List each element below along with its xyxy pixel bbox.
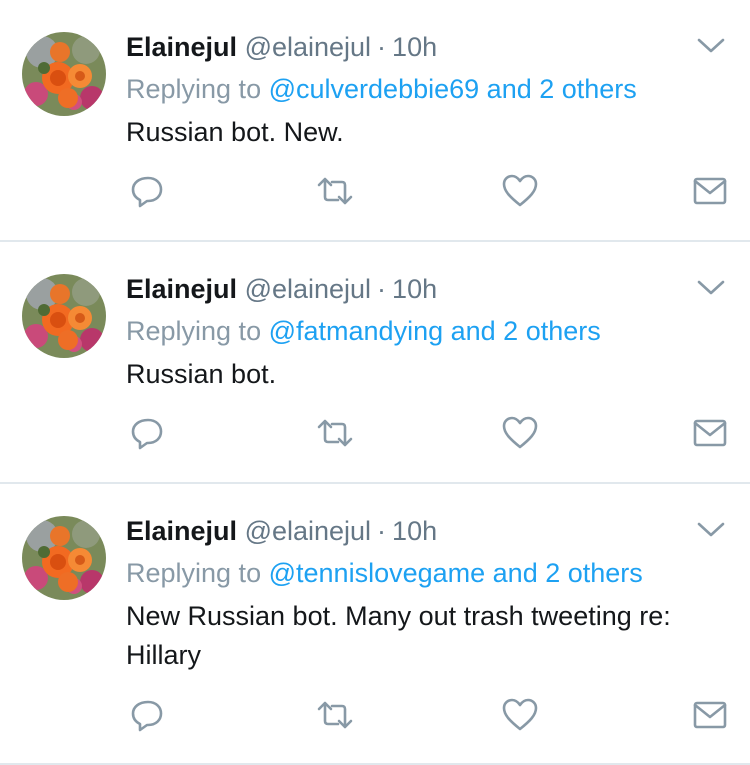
- retweet-arrows-icon: [317, 419, 353, 447]
- heart-icon: [502, 174, 538, 207]
- avatar[interactable]: [22, 516, 106, 600]
- tweet-header: Elainejul @elainejul · 10h: [126, 28, 720, 66]
- tweet-text: Russian bot. New.: [126, 117, 344, 147]
- user-handle[interactable]: @elainejul: [245, 32, 371, 62]
- tweet-header: Elainejul @elainejul · 10h: [126, 512, 720, 550]
- reply-prefix: Replying to: [126, 316, 262, 346]
- timestamp[interactable]: 10h: [392, 32, 437, 62]
- replying-to: Replying to @culverdebbie69 and 2 others: [126, 70, 720, 108]
- reply-others-link[interactable]: and 2 others: [493, 558, 643, 588]
- reply-button[interactable]: [128, 695, 168, 735]
- tweet-card[interactable]: Elainejul @elainejul · 10h Replying to @fa…: [0, 242, 750, 484]
- tweet-card[interactable]: Elainejul @elainejul · 10h Replying to @te…: [0, 484, 750, 765]
- display-name[interactable]: Elainejul: [126, 516, 237, 546]
- envelope-icon: [693, 701, 727, 729]
- tweet-card[interactable]: Elainejul @elainejul · 10h Replying to @cu…: [0, 0, 750, 242]
- speech-bubble-icon: [131, 176, 163, 208]
- reply-prefix: Replying to: [126, 558, 262, 588]
- reply-others-link[interactable]: and 2 others: [487, 74, 637, 104]
- user-handle[interactable]: @elainejul: [245, 516, 371, 546]
- retweet-button[interactable]: [315, 171, 355, 211]
- envelope-icon: [693, 177, 727, 205]
- avatar[interactable]: [22, 32, 106, 116]
- retweet-arrows-icon: [317, 701, 353, 729]
- timestamp[interactable]: 10h: [392, 274, 437, 304]
- tweet-text: New Russian bot. Many out trash tweeting…: [126, 601, 671, 670]
- reply-mention-link[interactable]: @culverdebbie69: [269, 74, 480, 104]
- speech-bubble-icon: [131, 700, 163, 732]
- display-name[interactable]: Elainejul: [126, 274, 237, 304]
- separator-dot: ·: [377, 274, 387, 304]
- reply-mention-link[interactable]: @tennislovegame: [269, 558, 486, 588]
- retweet-button[interactable]: [315, 695, 355, 735]
- chevron-down-icon[interactable]: [696, 278, 726, 298]
- retweet-arrows-icon: [317, 177, 353, 205]
- chevron-down-icon[interactable]: [696, 36, 726, 56]
- reply-mention-link[interactable]: @fatmandying: [269, 316, 444, 346]
- like-button[interactable]: [500, 413, 540, 453]
- timestamp[interactable]: 10h: [392, 516, 437, 546]
- direct-message-button[interactable]: [690, 171, 730, 211]
- direct-message-button[interactable]: [690, 695, 730, 735]
- tweet-actions: [0, 413, 750, 453]
- reply-button[interactable]: [128, 171, 168, 211]
- heart-icon: [502, 698, 538, 731]
- tweet-feed: Elainejul @elainejul · 10h Replying to @cu…: [0, 0, 750, 765]
- tweet-actions: [0, 171, 750, 211]
- tweet-actions: [0, 695, 750, 735]
- separator-dot: ·: [377, 516, 387, 546]
- heart-icon: [502, 416, 538, 449]
- avatar[interactable]: [22, 274, 106, 358]
- reply-others-link[interactable]: and 2 others: [451, 316, 601, 346]
- like-button[interactable]: [500, 695, 540, 735]
- replying-to: Replying to @fatmandying and 2 others: [126, 312, 720, 350]
- reply-prefix: Replying to: [126, 74, 262, 104]
- direct-message-button[interactable]: [690, 413, 730, 453]
- tweet-header: Elainejul @elainejul · 10h: [126, 270, 720, 308]
- separator-dot: ·: [377, 32, 387, 62]
- user-handle[interactable]: @elainejul: [245, 274, 371, 304]
- reply-button[interactable]: [128, 413, 168, 453]
- retweet-button[interactable]: [315, 413, 355, 453]
- display-name[interactable]: Elainejul: [126, 32, 237, 62]
- envelope-icon: [693, 419, 727, 447]
- like-button[interactable]: [500, 171, 540, 211]
- tweet-text: Russian bot.: [126, 359, 277, 389]
- speech-bubble-icon: [131, 418, 163, 450]
- chevron-down-icon[interactable]: [696, 520, 726, 540]
- replying-to: Replying to @tennislovegame and 2 others: [126, 554, 720, 592]
